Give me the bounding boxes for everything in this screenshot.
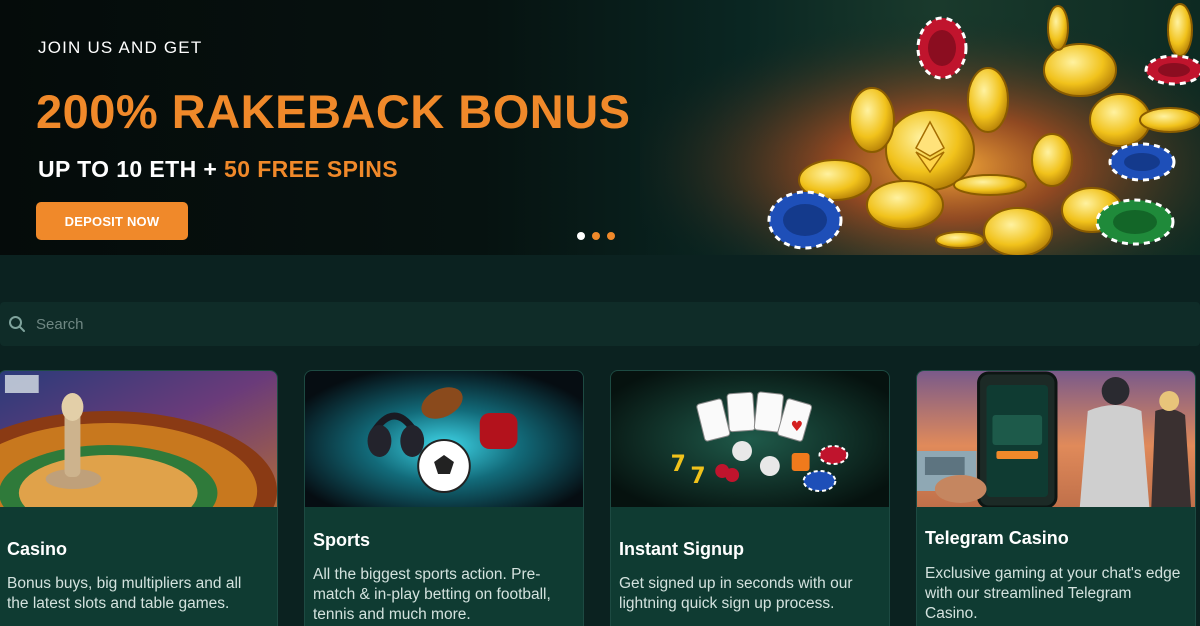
card-description: Bonus buys, big multipliers and all the … (7, 575, 242, 612)
search-icon (9, 316, 25, 332)
telegram-casino-card[interactable]: Telegram Casino Exclusive gaming at your… (916, 370, 1196, 626)
search-input[interactable] (36, 302, 1186, 346)
hero-subtitle: UP TO 10 ETH + 50 FREE SPINS (38, 156, 398, 183)
carousel-dot-3[interactable] (607, 232, 615, 240)
svg-text:7: 7 (671, 452, 686, 477)
phone-illustration-image (917, 371, 1195, 507)
carousel-dot-1[interactable] (577, 232, 585, 240)
card-title: Casino (7, 539, 68, 559)
roulette-wheel-image (0, 371, 277, 507)
svg-text:7: 7 (690, 464, 705, 489)
instant-signup-card[interactable]: ♥ 7 7 Instant Signup Get signed up in se… (610, 370, 890, 626)
carousel-dot-2[interactable] (592, 232, 600, 240)
casino-card[interactable]: Casino Bonus buys, big multipliers and a… (0, 370, 278, 626)
hero-kicker: JOIN US AND GET (38, 38, 203, 57)
card-title: Telegram Casino (925, 528, 1069, 548)
svg-text:♥: ♥ (791, 419, 803, 435)
card-title: Sports (313, 530, 371, 550)
carousel-dots (577, 232, 615, 240)
card-title: Instant Signup (619, 539, 744, 559)
sports-card[interactable]: Sports All the biggest sports action. Pr… (304, 370, 584, 626)
coins-and-chips-artwork (640, 0, 1200, 255)
deposit-now-button[interactable]: DEPOSIT NOW (36, 202, 188, 240)
cards-and-chips-image: ♥ 7 7 (611, 371, 889, 507)
card-description: Exclusive gaming at your chat's edge wit… (925, 565, 1181, 622)
search-bar (0, 302, 1200, 346)
hero-title: 200% RAKEBACK BONUS (36, 85, 631, 138)
card-description: Get signed up in seconds with our lightn… (619, 575, 853, 612)
hero-subtitle-accent: 50 FREE SPINS (224, 156, 398, 182)
card-description: All the biggest sports action. Pre-match… (313, 566, 551, 623)
page: JOIN US AND GET 200% RAKEBACK BONUS UP T… (0, 0, 1200, 626)
promo-banner[interactable]: JOIN US AND GET 200% RAKEBACK BONUS UP T… (0, 0, 1200, 255)
sports-gear-image (305, 371, 583, 507)
hero-subtitle-main: UP TO 10 ETH + (38, 156, 225, 182)
